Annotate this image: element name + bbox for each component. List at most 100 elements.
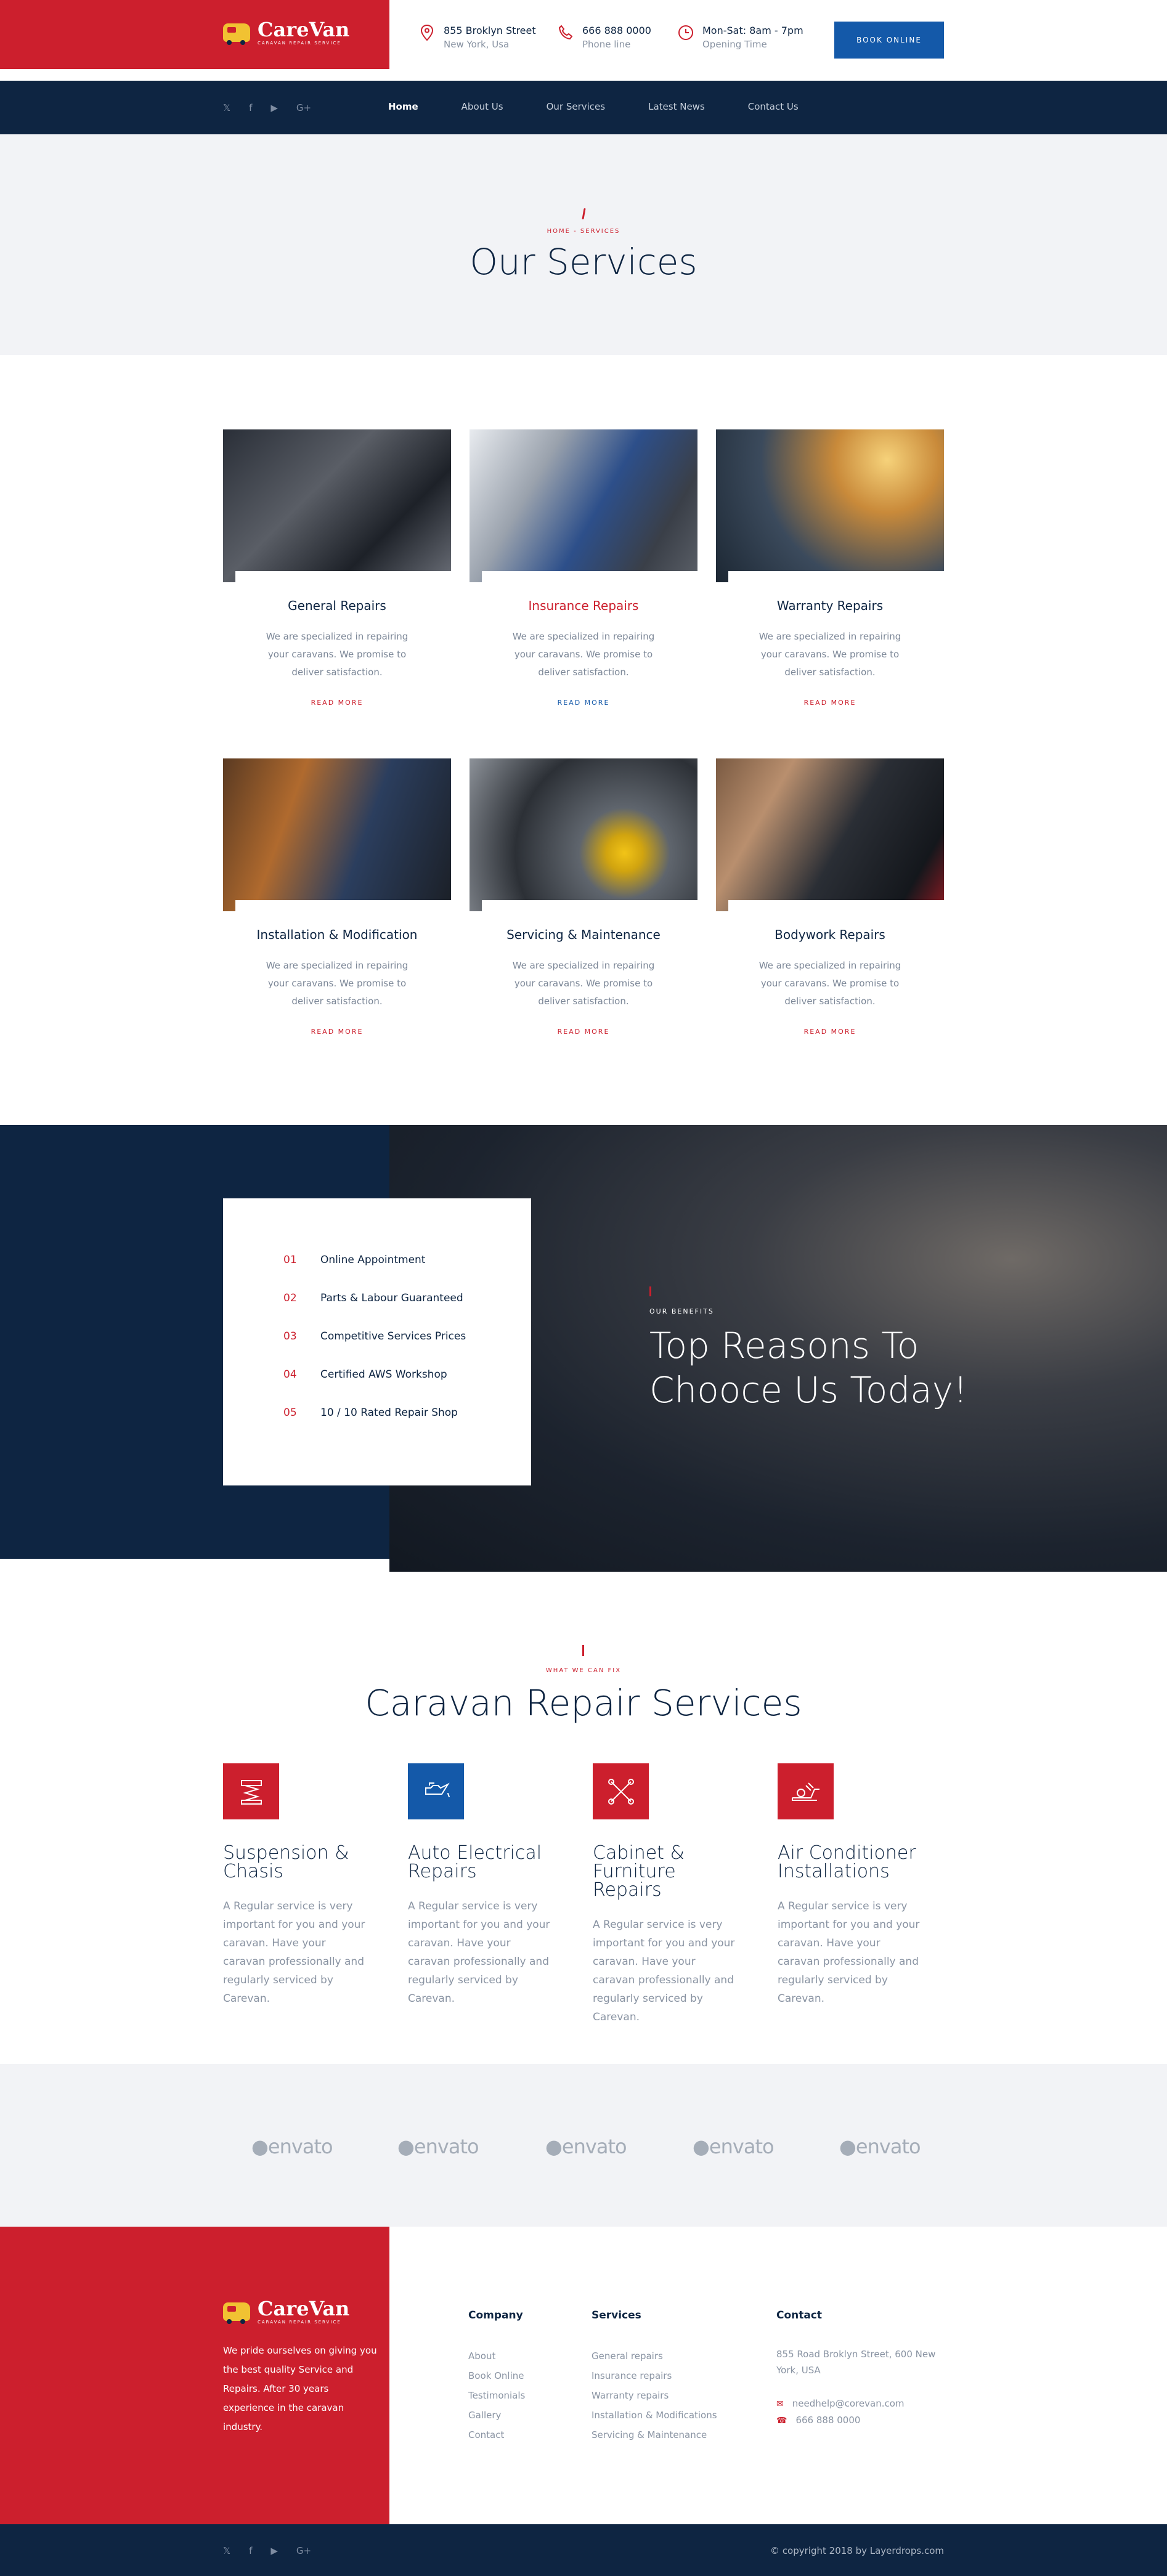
van-icon xyxy=(223,23,250,45)
reason-number: 01 xyxy=(283,1254,297,1266)
reason-item: 03 Competitive Services Prices xyxy=(283,1330,531,1343)
brand-tagline: CARAVAN REPAIR SERVICE xyxy=(258,2320,341,2325)
reason-item: 02 Parts & Labour Guaranteed xyxy=(283,1292,531,1304)
logo-panel: CareVan CARAVAN REPAIR SERVICE xyxy=(0,0,389,69)
read-more-link[interactable]: READ MORE xyxy=(223,1028,451,1036)
section-label: WHAT WE CAN FIX xyxy=(545,1667,622,1674)
service-desc: We are specialized in repairing your car… xyxy=(512,631,655,678)
service-card[interactable]: Installation & Modification We are speci… xyxy=(223,758,451,1036)
facebook-icon[interactable]: f xyxy=(249,2545,252,2556)
main-nav: 𝕏 f ▶ G+ Home About Us Our Services Late… xyxy=(0,81,1167,134)
service-title[interactable]: Bodywork Repairs xyxy=(716,927,944,942)
footer-heading: Company xyxy=(468,2309,523,2322)
service-card[interactable]: Bodywork Repairs We are specialized in r… xyxy=(716,758,944,1036)
service-desc: We are specialized in repairing your car… xyxy=(512,960,655,1007)
service-card[interactable]: General Repairs We are specialized in re… xyxy=(223,429,451,707)
partner-logo[interactable]: ●envato xyxy=(839,2135,921,2158)
footer-link[interactable]: Servicing & Maintenance xyxy=(592,2425,717,2445)
leaf-icon: ● xyxy=(839,2135,856,2158)
service-card[interactable]: Insurance Repairs We are specialized in … xyxy=(470,429,697,707)
wrench-cross-icon xyxy=(593,1763,649,1819)
service-card[interactable]: Warranty Repairs We are specialized in r… xyxy=(716,429,944,707)
benefits-title: Top Reasons To Chooce Us Today! xyxy=(649,1325,968,1411)
service-title[interactable]: General Repairs xyxy=(223,598,451,613)
reason-number: 04 xyxy=(283,1368,297,1381)
partner-logo[interactable]: ●envato xyxy=(545,2135,627,2158)
phone-icon: ☎ xyxy=(776,2416,787,2426)
footer-email[interactable]: ✉ needhelp@corevan.com xyxy=(776,2395,937,2412)
hours-line2: Opening Time xyxy=(702,39,767,50)
reason-number: 05 xyxy=(283,1407,297,1419)
footer-link[interactable]: About xyxy=(468,2346,525,2366)
partners-strip: ●envato ●envato ●envato ●envato ●envato xyxy=(0,2064,1167,2227)
nav-item-services[interactable]: Our Services xyxy=(547,101,606,112)
read-more-link[interactable]: READ MORE xyxy=(223,699,451,707)
feature-card: Auto Electrical Repairs A Regular servic… xyxy=(408,1763,556,2008)
google-plus-icon[interactable]: G+ xyxy=(296,2545,311,2556)
van-icon xyxy=(223,2302,250,2324)
nav-item-about[interactable]: About Us xyxy=(462,101,503,112)
address-info: 855 Broklyn Street New York, Usa xyxy=(419,24,536,50)
service-desc: We are specialized in repairing your car… xyxy=(266,631,409,678)
read-more-link[interactable]: READ MORE xyxy=(470,1028,697,1036)
service-desc: We are specialized in repairing your car… xyxy=(758,960,901,1007)
youtube-icon[interactable]: ▶ xyxy=(270,102,278,113)
twitter-icon[interactable]: 𝕏 xyxy=(223,102,230,113)
service-title[interactable]: Servicing & Maintenance xyxy=(470,927,697,942)
nav-item-home[interactable]: Home xyxy=(388,101,418,112)
leaf-icon: ● xyxy=(693,2135,710,2158)
breadcrumb[interactable]: HOME - SERVICES xyxy=(0,228,1167,235)
footer-contact: Contact 855 Road Broklyn Street, 600 New… xyxy=(776,2309,937,2429)
feature-desc: A Regular service is very important for … xyxy=(593,1919,735,2023)
brand-name: CareVan xyxy=(258,2297,350,2320)
page-header: HOME - SERVICES Our Services xyxy=(0,134,1167,355)
footer-link[interactable]: Gallery xyxy=(468,2405,525,2425)
phone-info: 666 888 0000 Phone line xyxy=(558,25,651,50)
footer-link[interactable]: Installation & Modifications xyxy=(592,2405,717,2425)
footer-heading: Contact xyxy=(776,2309,823,2322)
footer-link[interactable]: Warranty repairs xyxy=(592,2386,717,2405)
reason-number: 02 xyxy=(283,1292,297,1304)
google-plus-icon[interactable]: G+ xyxy=(296,102,311,113)
book-online-button[interactable]: BOOK ONLINE xyxy=(834,22,944,59)
footer-link[interactable]: Testimonials xyxy=(468,2386,525,2405)
reason-label: Parts & Labour Guaranteed xyxy=(320,1292,463,1304)
service-desc: We are specialized in repairing your car… xyxy=(758,631,901,678)
air-conditioner-icon xyxy=(778,1763,834,1819)
reason-item: 01 Online Appointment xyxy=(283,1254,531,1266)
footer-link[interactable]: Insurance repairs xyxy=(592,2366,717,2386)
brand-tagline: CARAVAN REPAIR SERVICE xyxy=(258,41,341,46)
footer-logo[interactable]: CareVan CARAVAN REPAIR SERVICE xyxy=(223,2299,349,2325)
phone-line1[interactable]: 666 888 0000 xyxy=(582,25,651,36)
partner-logo[interactable]: ●envato xyxy=(251,2135,333,2158)
twitter-icon[interactable]: 𝕏 xyxy=(223,2545,230,2556)
service-image xyxy=(470,429,697,582)
partner-logo[interactable]: ●envato xyxy=(693,2135,775,2158)
footer-link[interactable]: General repairs xyxy=(592,2346,717,2366)
leaf-icon: ● xyxy=(397,2135,415,2158)
nav-item-contact[interactable]: Contact Us xyxy=(748,101,799,112)
nav-menu: Home About Us Our Services Latest News C… xyxy=(388,101,842,112)
nav-item-news[interactable]: Latest News xyxy=(648,101,705,112)
logo[interactable]: CareVan CARAVAN REPAIR SERVICE xyxy=(223,20,349,46)
service-card[interactable]: Servicing & Maintenance We are specializ… xyxy=(470,758,697,1036)
footer-link[interactable]: Book Online xyxy=(468,2366,525,2386)
read-more-link[interactable]: READ MORE xyxy=(716,699,944,707)
facebook-icon[interactable]: f xyxy=(249,102,252,113)
service-image xyxy=(470,758,697,911)
hours-line1: Mon-Sat: 8am - 7pm xyxy=(702,25,803,36)
read-more-link[interactable]: READ MORE xyxy=(716,1028,944,1036)
read-more-link[interactable]: READ MORE xyxy=(470,699,697,707)
feature-card: Suspension & Chasis A Regular service is… xyxy=(223,1763,371,2008)
partner-logo[interactable]: ●envato xyxy=(397,2135,479,2158)
youtube-icon[interactable]: ▶ xyxy=(270,2545,278,2556)
service-title[interactable]: Installation & Modification xyxy=(223,927,451,942)
reason-item: 05 10 / 10 Rated Repair Shop xyxy=(283,1407,531,1419)
footer-phone[interactable]: ☎ 666 888 0000 xyxy=(776,2412,937,2429)
suspension-icon xyxy=(223,1763,279,1819)
footer-link[interactable]: Contact xyxy=(468,2425,525,2445)
service-title[interactable]: Insurance Repairs xyxy=(470,598,697,613)
brand-name: CareVan xyxy=(258,18,350,41)
leaf-icon: ● xyxy=(251,2135,269,2158)
service-title[interactable]: Warranty Repairs xyxy=(716,598,944,613)
